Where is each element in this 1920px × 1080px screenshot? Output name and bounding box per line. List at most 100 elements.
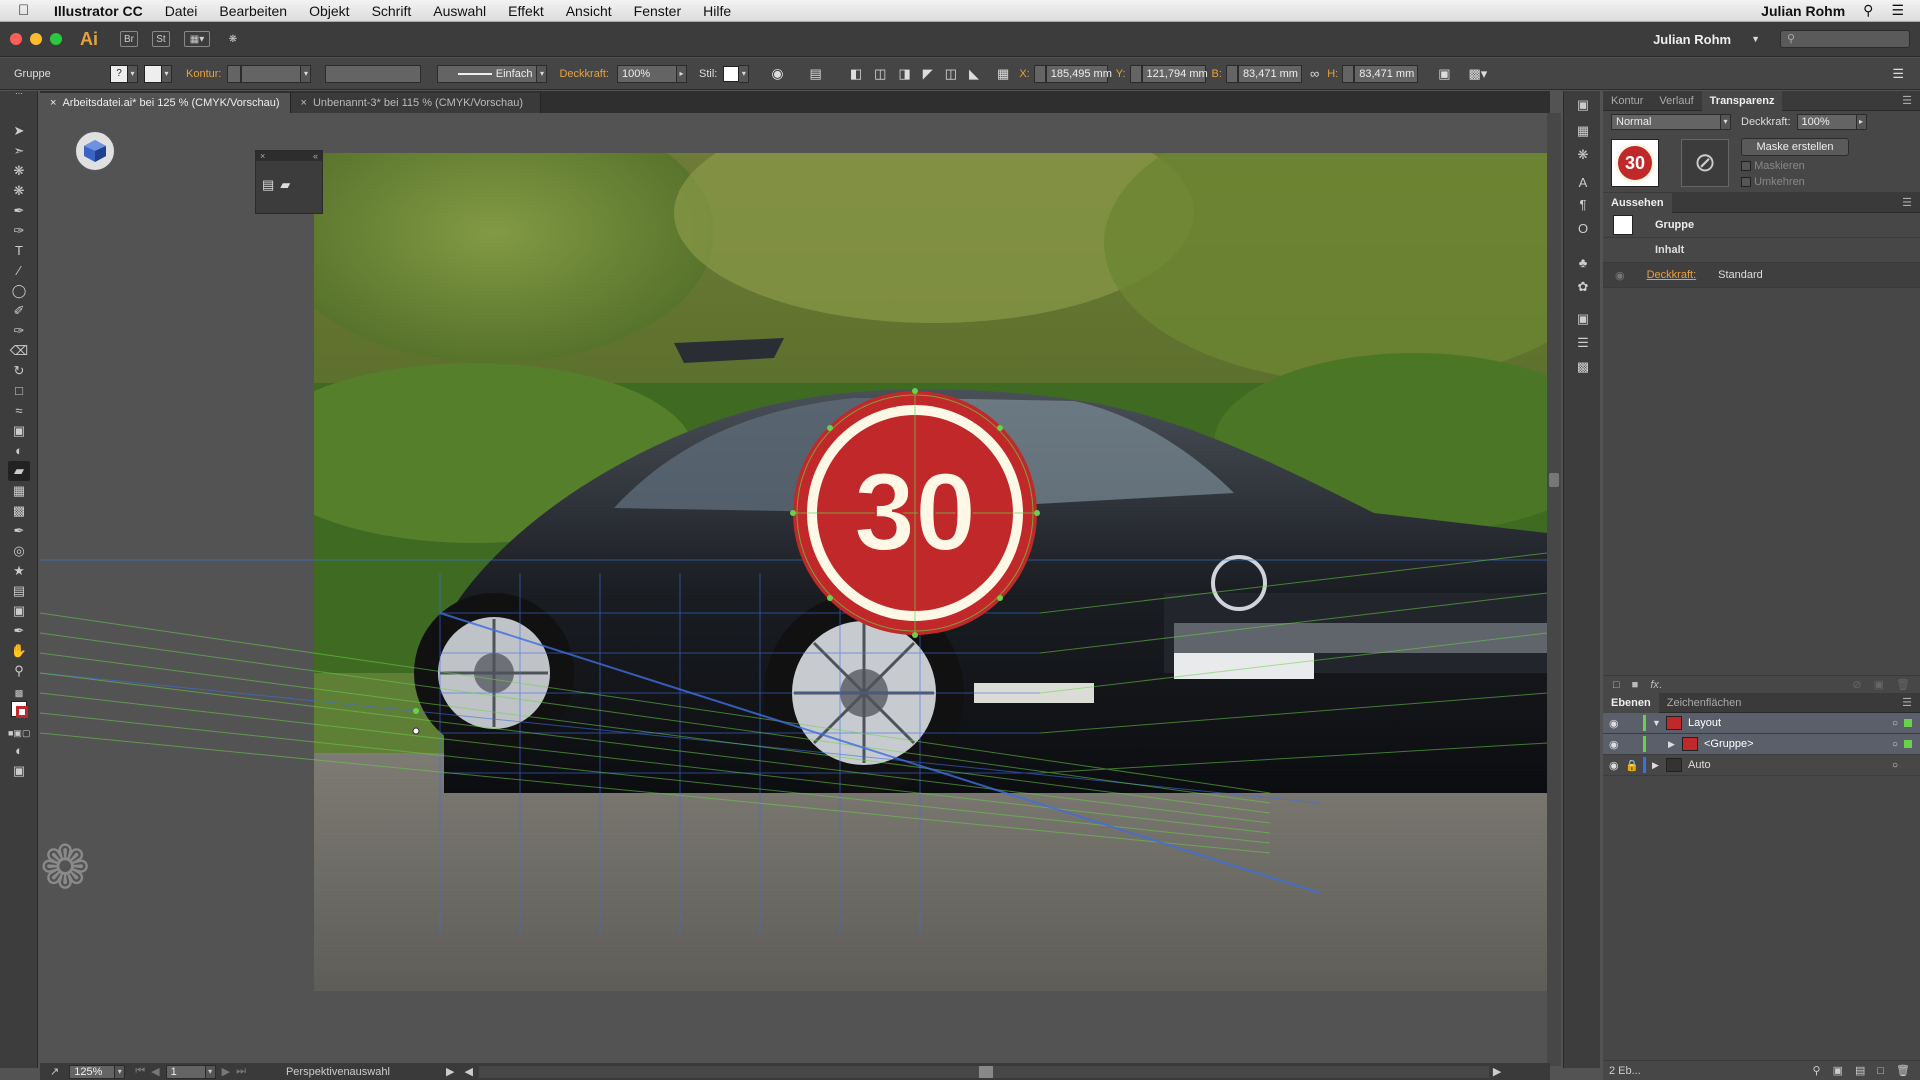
slice-tool-icon[interactable]: ✒	[8, 621, 30, 641]
fill-swatch[interactable]: ?	[110, 64, 128, 83]
invert-mask-checkbox[interactable]	[1741, 176, 1751, 187]
first-page-icon[interactable]: ⏮	[135, 1065, 145, 1078]
stroke-style-dropdown[interactable]: Einfach	[437, 64, 538, 83]
status-menu-arrow-icon[interactable]: ▶	[446, 1065, 454, 1078]
align-left-icon[interactable]: ◧	[850, 66, 862, 82]
align-center-icon[interactable]: ◫	[874, 66, 886, 82]
line-tool-icon[interactable]: ∕	[8, 261, 30, 281]
delete-item-icon[interactable]: 🗑	[1896, 678, 1910, 691]
locate-object-icon[interactable]: ⚲	[1813, 1064, 1821, 1077]
opacity-arrow[interactable]: ▸	[676, 64, 687, 83]
pen-tool-icon[interactable]: ✒	[8, 201, 30, 221]
artboard-number-input[interactable]: 1	[165, 1064, 206, 1079]
new-sublayer-icon[interactable]: ▤	[1855, 1064, 1865, 1077]
selection-indicator[interactable]	[1904, 719, 1912, 727]
symbol-sprayer-tool-icon[interactable]: ★	[8, 561, 30, 581]
swatches-icon[interactable]: ▦	[1573, 123, 1593, 141]
clip-checkbox[interactable]	[1741, 160, 1751, 171]
object-thumbnail[interactable]: 30	[1611, 138, 1659, 187]
visibility-eye-icon[interactable]: ◉	[1609, 759, 1625, 772]
target-circle-icon[interactable]: ○	[1892, 760, 1898, 771]
x-stepper[interactable]	[1033, 64, 1046, 83]
scroll-thumb[interactable]	[1549, 473, 1559, 487]
mesh-tool-icon[interactable]: ▦	[8, 481, 30, 501]
menu-bearbeiten[interactable]: Bearbeiten	[219, 3, 287, 19]
appearance-opacity-label[interactable]: Deckkraft:	[1647, 269, 1697, 281]
layer-name[interactable]: Layout	[1688, 717, 1721, 729]
variable-width-dropdown[interactable]	[325, 64, 422, 83]
chevron-right-icon[interactable]: ▶	[1668, 739, 1682, 750]
chevron-right-icon[interactable]: ▶	[1652, 760, 1666, 771]
direct-selection-tool-icon[interactable]: ➣	[8, 141, 30, 161]
close-tab-icon[interactable]: ×	[301, 97, 307, 109]
menu-objekt[interactable]: Objekt	[309, 3, 349, 19]
curvature-tool-icon[interactable]: ✑	[8, 221, 30, 241]
tab-zeichenflaechen[interactable]: Zeichenflächen	[1659, 697, 1750, 709]
pathfinder-icon[interactable]: ▩	[1573, 359, 1593, 377]
stroke-weight-input[interactable]	[241, 64, 302, 83]
appearance-content-row[interactable]: Inhalt	[1603, 238, 1920, 263]
shape-builder-tool-icon[interactable]: ◐	[8, 441, 30, 461]
appearance-opacity-row[interactable]: ◉ Deckkraft: Standard	[1603, 263, 1920, 288]
next-page-icon[interactable]: ▶	[222, 1065, 230, 1078]
stroke-style-arrow[interactable]: ▾	[537, 64, 548, 83]
mask-slot-no-mask-icon[interactable]: ⊘	[1681, 138, 1729, 187]
reference-point-icon[interactable]: ▦	[997, 66, 1009, 82]
zoom-dropdown[interactable]: ▾	[115, 1064, 126, 1079]
notification-list-icon[interactable]: ☰	[1891, 2, 1904, 19]
align-to-icon[interactable]: ▤	[810, 66, 822, 82]
type-tool-icon[interactable]: T	[8, 241, 30, 261]
paintbrush-tool-icon[interactable]: ✐	[8, 301, 30, 321]
screen-mode-icon[interactable]: ▣	[8, 761, 30, 781]
layer-name[interactable]: Auto	[1688, 759, 1711, 771]
tab-kontur[interactable]: Kontur	[1603, 95, 1651, 107]
stroke-swatch[interactable]	[144, 64, 162, 83]
visibility-eye-icon[interactable]: ◉	[1609, 717, 1625, 730]
tab-ebenen[interactable]: Ebenen	[1603, 692, 1659, 713]
transparency-opacity-input[interactable]: 100%	[1796, 114, 1857, 130]
delete-layer-icon[interactable]: 🗑	[1896, 1064, 1910, 1077]
tab-arbeitsdatei[interactable]: × Arbeitsdatei.ai* bei 125 % (CMYK/Vorsch…	[40, 93, 291, 113]
layer-row-layout[interactable]: ◉ ▼ Layout ○	[1603, 713, 1920, 734]
prev-page-icon[interactable]: ◀	[151, 1065, 159, 1078]
y-input[interactable]: 121,794 mm	[1141, 64, 1208, 83]
minimize-window-button[interactable]	[30, 33, 42, 45]
align-panel-icon[interactable]: ☰	[1573, 335, 1593, 353]
zoom-tool-icon[interactable]: ⚲	[8, 661, 30, 681]
arrange-documents-icon[interactable]: ▦▾	[184, 31, 210, 47]
align-middle-icon[interactable]: ◫	[945, 66, 957, 82]
character-icon[interactable]: A	[1573, 175, 1593, 193]
layer-row-group[interactable]: ◉ ▶ <Gruppe> ○	[1603, 734, 1920, 755]
target-circle-icon[interactable]: ○	[1892, 718, 1898, 729]
drawing-mode-icon[interactable]: ◐	[8, 741, 30, 761]
spotlight-search-icon[interactable]: ⚲	[1863, 2, 1873, 19]
transform-panel-icon[interactable]: ▣	[1573, 311, 1593, 329]
appearance-menu-icon[interactable]: ☰	[1894, 196, 1920, 209]
menubar-user[interactable]: Julian Rohm	[1761, 3, 1845, 19]
eyedropper-tool-icon[interactable]: ✒	[8, 521, 30, 541]
align-top-icon[interactable]: ◤	[923, 66, 933, 82]
selection-indicator[interactable]	[1904, 740, 1912, 748]
x-input[interactable]: 185,495 mm	[1045, 64, 1112, 83]
width-input[interactable]: 83,471 mm	[1237, 64, 1302, 83]
recolor-artwork-icon[interactable]: ◉	[771, 65, 783, 82]
vertical-scrollbar[interactable]	[1547, 113, 1561, 1066]
tab-transparenz[interactable]: Transparenz	[1701, 90, 1783, 111]
lock-icon[interactable]: 🔒	[1625, 759, 1643, 772]
clear-appearance-icon[interactable]: ⊘	[1852, 678, 1861, 691]
free-transform-tool-icon[interactable]: ▣	[8, 421, 30, 441]
height-stepper[interactable]	[1342, 64, 1355, 83]
add-fill-icon[interactable]: ■	[1632, 679, 1639, 691]
menu-auswahl[interactable]: Auswahl	[433, 3, 486, 19]
last-page-icon[interactable]: ⏭	[236, 1065, 246, 1078]
blend-mode-dropdown[interactable]: Normal	[1611, 114, 1721, 130]
default-colors-icon[interactable]: ▩	[8, 683, 30, 703]
rotate-tool-icon[interactable]: ↻	[8, 361, 30, 381]
menu-ansicht[interactable]: Ansicht	[566, 3, 612, 19]
menu-effekt[interactable]: Effekt	[508, 3, 544, 19]
transparency-opacity-arrow[interactable]: ▸	[1856, 114, 1867, 130]
close-panel-icon[interactable]: ×	[260, 151, 265, 161]
hscroll-left-icon[interactable]: ◀	[464, 1065, 472, 1078]
menu-schrift[interactable]: Schrift	[372, 3, 412, 19]
width-stepper[interactable]	[1225, 64, 1238, 83]
